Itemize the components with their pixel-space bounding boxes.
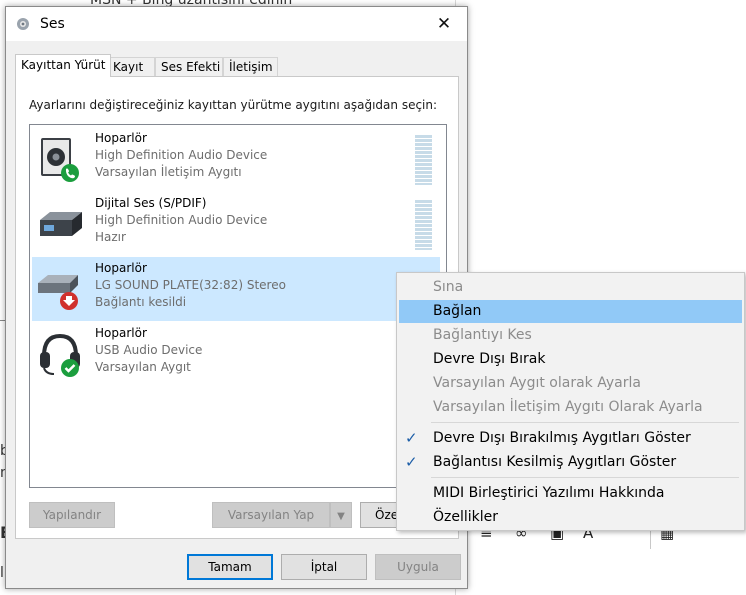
close-button[interactable]: ✕: [421, 7, 467, 41]
device-name: Hoparlör: [95, 131, 147, 145]
device-context-menu: Sına Bağlan Bağlantıyı Kes Devre Dışı Bı…: [396, 272, 745, 531]
device-name: Hoparlör: [95, 261, 147, 275]
cancel-button[interactable]: İptal: [281, 554, 367, 580]
device-status: Varsayılan Aygıt: [95, 360, 191, 374]
device-name: Dijital Ses (S/PDIF): [95, 196, 207, 210]
apply-button[interactable]: Uygula: [375, 554, 461, 580]
menu-item-set-default-comm-device[interactable]: Varsayılan İletişim Aygıtı Olarak Ayarla: [399, 396, 742, 419]
tab-sound-effects[interactable]: Ses Efekti: [155, 57, 223, 76]
device-name: Hoparlör: [95, 326, 147, 340]
device-list[interactable]: Hoparlör High Definition Audio Device Va…: [29, 124, 447, 488]
check-icon: ✓: [405, 429, 418, 447]
device-row-speaker-default-comm[interactable]: Hoparlör High Definition Audio Device Va…: [32, 127, 440, 191]
tab-recording[interactable]: Kayıt: [107, 57, 155, 76]
device-description: USB Audio Device: [95, 343, 203, 357]
menu-item-show-disabled-devices[interactable]: ✓ Devre Dışı Bırakılmış Aygıtları Göster: [399, 427, 742, 450]
device-row-usb-headset[interactable]: Hoparlör USB Audio Device Varsayılan Ayg…: [32, 322, 440, 386]
menu-separator: [431, 422, 739, 423]
headset-icon: [40, 333, 80, 377]
speaker-icon: [17, 18, 29, 30]
playback-panel: Ayarlarını değiştireceğiniz kayıttan yür…: [15, 76, 459, 539]
background-fragment: l: [0, 565, 4, 581]
ok-button[interactable]: Tamam: [187, 554, 273, 580]
device-description: LG SOUND PLATE(32:82) Stereo: [95, 278, 286, 292]
sound-plate-icon: [38, 275, 78, 310]
speaker-phone-icon: [41, 138, 79, 182]
configure-button[interactable]: Yapılandır: [29, 502, 115, 528]
menu-item-properties[interactable]: Özellikler: [399, 506, 742, 529]
chevron-down-icon: ▼: [337, 511, 345, 522]
menu-item-set-default-device[interactable]: Varsayılan Aygıt olarak Ayarla: [399, 372, 742, 395]
check-icon: ✓: [405, 453, 418, 471]
instruction-text: Ayarlarını değiştireceğiniz kayıttan yür…: [29, 98, 438, 112]
digital-audio-icon: [40, 212, 82, 236]
device-row-lg-sound-plate[interactable]: Hoparlör LG SOUND PLATE(32:82) Stereo Ba…: [32, 257, 440, 321]
menu-item-label: Bağlantısı Kesilmiş Aygıtları Göster: [433, 454, 677, 470]
tab-communication[interactable]: İletişim: [223, 57, 278, 76]
menu-item-test[interactable]: Sına: [399, 276, 742, 299]
device-status: Bağlantı kesildi: [95, 295, 187, 309]
menu-item-disconnect[interactable]: Bağlantıyı Kes: [399, 324, 742, 347]
dialog-title: Ses: [40, 16, 65, 32]
menu-item-midi-synth-about[interactable]: MIDI Birleştirici Yazılımı Hakkında: [399, 482, 742, 505]
set-default-button[interactable]: Varsayılan Yap: [212, 502, 330, 528]
menu-item-label: Devre Dışı Bırakılmış Aygıtları Göster: [433, 430, 691, 446]
volume-meter: [415, 200, 432, 250]
set-default-dropdown-button[interactable]: ▼: [330, 502, 352, 528]
tab-playback[interactable]: Kayıttan Yürüt: [15, 54, 112, 77]
menu-item-disable[interactable]: Devre Dışı Bırak: [399, 348, 742, 371]
device-description: High Definition Audio Device: [95, 213, 268, 227]
menu-separator: [431, 477, 739, 478]
device-status: Varsayılan İletişim Aygıtı: [95, 165, 242, 179]
device-status: Hazır: [95, 230, 126, 244]
title-bar: Ses ✕: [6, 7, 467, 41]
menu-item-connect[interactable]: Bağlan: [399, 300, 742, 323]
menu-item-show-disconnected-devices[interactable]: ✓ Bağlantısı Kesilmiş Aygıtları Göster: [399, 451, 742, 474]
device-row-digital-audio[interactable]: Dijital Ses (S/PDIF) High Definition Aud…: [32, 192, 440, 256]
device-description: High Definition Audio Device: [95, 148, 268, 162]
volume-meter: [415, 135, 432, 185]
